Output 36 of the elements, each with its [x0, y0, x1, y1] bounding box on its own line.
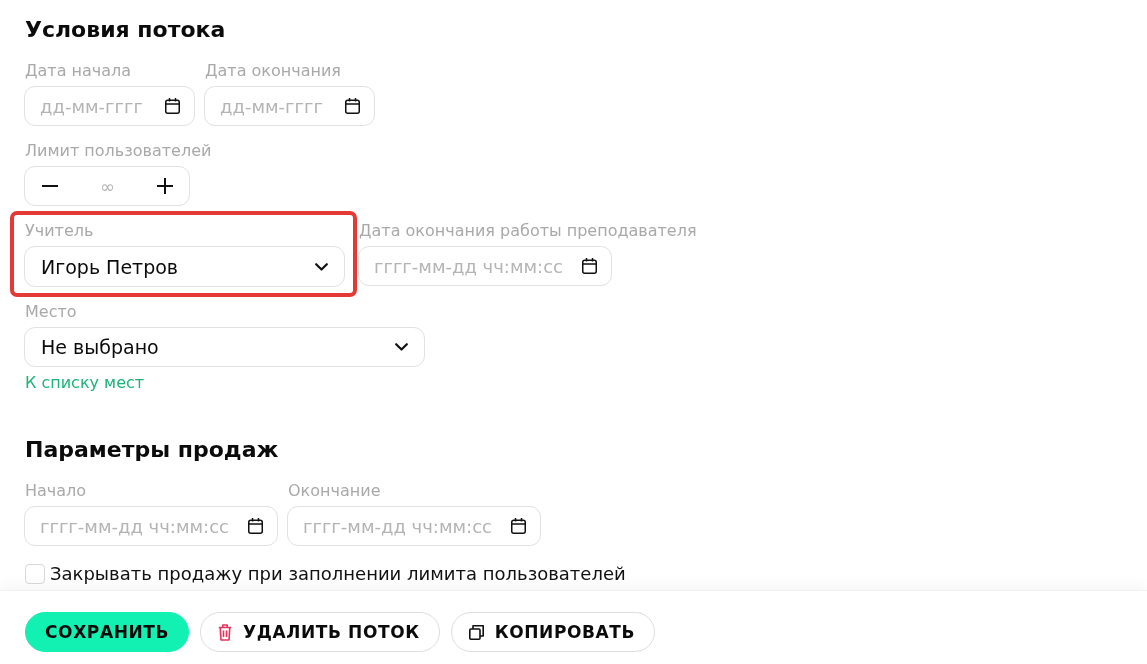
calendar-icon [165, 98, 180, 114]
select-field[interactable]: Игорь Петров [24, 246, 345, 287]
calendar-icon [345, 98, 360, 114]
date-field[interactable]: дд-мм-гггг [24, 86, 195, 126]
calendar-icon [582, 258, 597, 274]
chevron-down-icon [315, 262, 328, 271]
delete-button[interactable]: УДАЛИТЬ ПОТОК [200, 612, 440, 652]
number-input[interactable]: ∞ [77, 175, 138, 197]
field-label: Лимит пользователей [25, 141, 212, 161]
calendar-icon [511, 518, 526, 534]
date-field[interactable]: гггг-мм-дд чч:мм:сс [24, 506, 278, 546]
field-label: Дата окончания работы преподавателя [359, 221, 697, 241]
date-field[interactable]: гггг-мм-дд чч:мм:сс [287, 506, 541, 546]
field-label: Место [25, 302, 77, 322]
minus-icon [42, 185, 58, 187]
chevron-down-icon [395, 343, 408, 351]
number-stepper[interactable]: ∞ [24, 166, 190, 206]
field-label: Дата начала [25, 61, 132, 81]
field-label: Окончание [288, 481, 381, 501]
field-label: Начало [25, 481, 87, 501]
copy-button[interactable]: КОПИРОВАТЬ [450, 612, 656, 652]
checkbox-label: Закрывать продажу при заполнении лимита пользователей [50, 563, 626, 585]
field-label: Учитель [25, 221, 94, 241]
save-button[interactable]: СОХРАНИТЬ [25, 612, 190, 652]
section-title: Параметры продаж [25, 436, 280, 464]
date-field[interactable]: дд-мм-гггг [204, 86, 375, 126]
copy-icon [468, 624, 484, 640]
increment-button[interactable] [157, 178, 173, 194]
field-label: Дата окончания [205, 61, 341, 81]
checkbox[interactable] [25, 564, 45, 584]
select-field[interactable]: Не выбрано [24, 327, 425, 367]
date-field[interactable]: гггг-мм-дд чч:мм:сс [358, 246, 612, 286]
calendar-icon [248, 518, 263, 534]
plus-icon [157, 178, 173, 194]
trash-icon [218, 623, 233, 641]
section-title: Условия потока [25, 16, 227, 44]
